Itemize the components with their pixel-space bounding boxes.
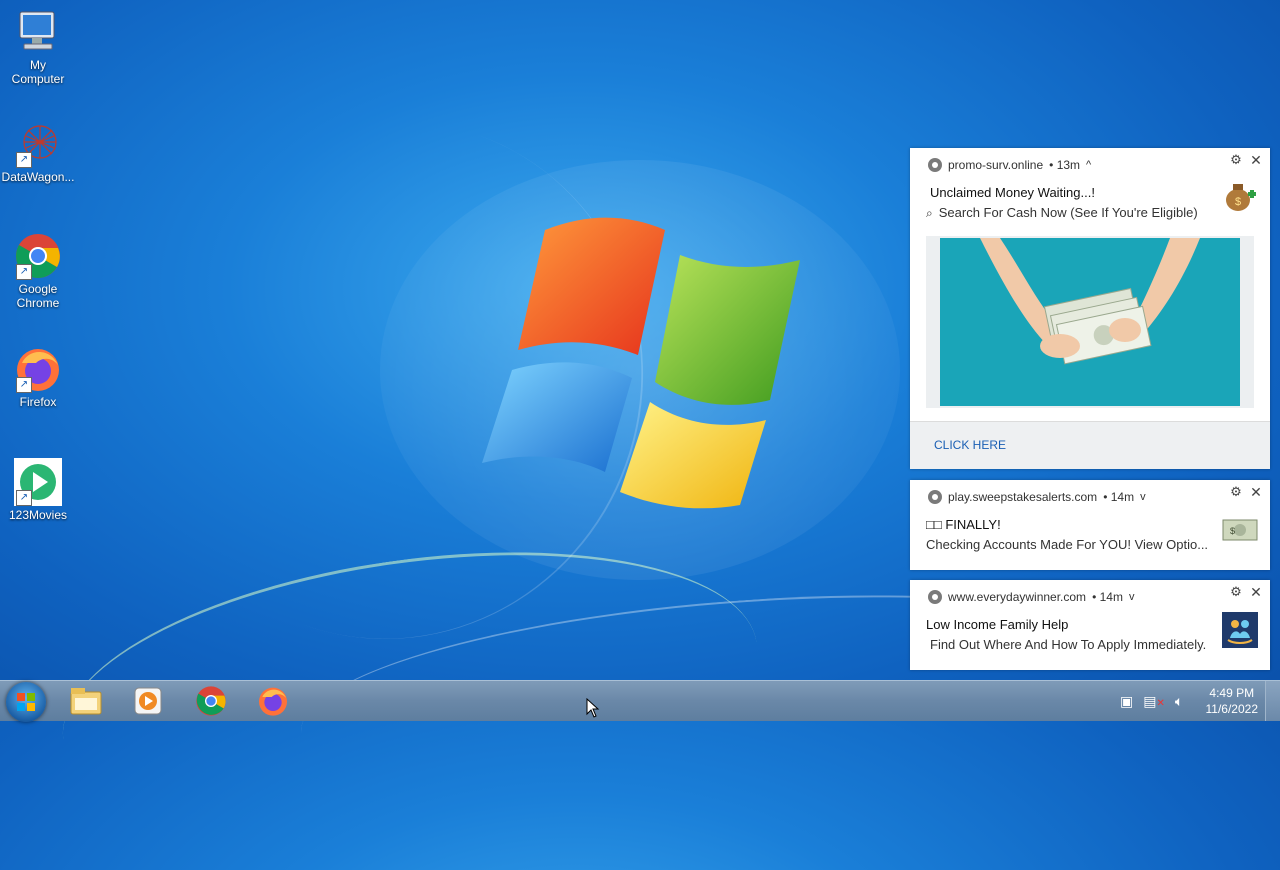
firefox-icon: ↗ (14, 345, 62, 393)
computer-icon (14, 8, 62, 56)
settings-gear-icon[interactable]: ⚙ (1228, 484, 1244, 500)
notification-age: • 14m (1092, 590, 1123, 604)
chrome-icon: ↗ (14, 232, 62, 280)
notification-body: Find Out Where And How To Apply Immediat… (930, 637, 1207, 652)
datawagon-icon: ↗ (14, 120, 62, 168)
desktop-icon-datawagon[interactable]: ↗ DataWagon... (0, 120, 76, 184)
desktop-icon-my-computer[interactable]: My Computer (0, 8, 76, 86)
close-icon[interactable]: ✕ (1248, 584, 1264, 601)
settings-gear-icon[interactable]: ⚙ (1228, 584, 1244, 600)
clock-time: 4:49 PM (1209, 686, 1255, 700)
desktop-icon-123movies[interactable]: ↗ 123Movies (0, 458, 76, 522)
mouse-cursor-icon (586, 698, 600, 718)
firefox-icon (259, 687, 287, 716)
chrome-icon (196, 686, 226, 716)
show-desktop-button[interactable] (1265, 681, 1280, 721)
dollar-bill-icon: $ (1222, 512, 1258, 548)
notification-promo-surv[interactable]: promo-surv.online • 13m ^ ⚙ ✕ Unclaimed … (910, 148, 1270, 469)
desktop-icon-label: 123Movies (8, 508, 68, 522)
notification-action-bar: CLICK HERE (910, 422, 1270, 469)
shortcut-arrow-icon: ↗ (16, 490, 32, 506)
settings-gear-icon[interactable]: ⚙ (1228, 152, 1244, 168)
close-icon[interactable]: ✕ (1248, 484, 1264, 501)
desktop-icon-firefox[interactable]: ↗ Firefox (0, 345, 76, 409)
volume-icon[interactable]: 🔈︎ (1175, 693, 1183, 710)
chrome-icon (928, 590, 942, 604)
notification-title: Low Income Family Help (926, 617, 1069, 632)
notification-title: Unclaimed Money Waiting...! (930, 185, 1095, 200)
svg-text:$: $ (1235, 196, 1241, 208)
chrome-icon (928, 490, 942, 504)
shortcut-arrow-icon: ↗ (16, 264, 32, 280)
taskbar-explorer-button[interactable] (58, 683, 114, 719)
clock[interactable]: 4:49 PM 11/6/2022 (1206, 685, 1259, 717)
click-here-button[interactable]: CLICK HERE (934, 438, 1006, 452)
windows-flag-icon (17, 693, 35, 711)
desktop-icon-label: My Computer (11, 58, 65, 86)
hands-holding-cash-image (940, 238, 1240, 406)
notification-body: Checking Accounts Made For YOU! View Opt… (926, 537, 1209, 552)
notification-site: play.sweepstakesalerts.com (948, 490, 1098, 504)
chevron-down-icon[interactable]: v (1129, 591, 1135, 603)
clock-date: 11/6/2022 (1205, 702, 1259, 716)
windows-logo (482, 217, 800, 509)
taskbar-firefox-button[interactable] (245, 683, 301, 719)
notification-header: play.sweepstakesalerts.com • 14m v (928, 490, 1146, 504)
taskbar: ▣ ▤✕ 🔈︎ 4:49 PM 11/6/2022 (0, 680, 1280, 722)
notification-image-frame (926, 236, 1254, 408)
notification-title: □□ FINALLY! (926, 517, 1001, 532)
explorer-icon (70, 688, 102, 715)
notification-body: ⌕ Search For Cash Now (See If You're Elig… (926, 205, 1198, 220)
desktop-icon-label: DataWagon... (1, 170, 75, 184)
notification-age: • 14m (1103, 490, 1135, 504)
desktop-icon-label: Firefox (19, 395, 57, 409)
chevron-up-icon[interactable]: ^ (1086, 159, 1091, 171)
network-disconnected-icon[interactable]: ▤✕ (1143, 693, 1165, 710)
notification-everydaywinner[interactable]: www.everydaywinner.com • 14m v ⚙ ✕ Low I… (910, 580, 1270, 670)
media-player-icon (134, 687, 162, 715)
notification-header: www.everydaywinner.com • 14m v (928, 590, 1134, 604)
svg-text:$: $ (1230, 526, 1235, 536)
shortcut-arrow-icon: ↗ (16, 377, 32, 393)
taskbar-media-player-button[interactable] (120, 683, 176, 719)
desktop-icon-google-chrome[interactable]: ↗ Google Chrome (0, 232, 76, 310)
notification-sweepstakes[interactable]: play.sweepstakesalerts.com • 14m v ⚙ ✕ □… (910, 480, 1270, 570)
chrome-icon (928, 158, 942, 172)
notification-age: • 13m (1049, 158, 1081, 172)
123movies-icon: ↗ (14, 458, 62, 506)
notification-site: promo-surv.online (948, 158, 1044, 172)
family-icon (1222, 612, 1258, 648)
start-button[interactable] (6, 682, 46, 722)
close-icon[interactable]: ✕ (1248, 152, 1264, 169)
desktop-icon-label: Google Chrome (16, 282, 60, 310)
search-icon: ⌕ (926, 206, 933, 220)
notification-site: www.everydaywinner.com (948, 590, 1087, 604)
taskbar-chrome-button[interactable] (183, 683, 239, 719)
shortcut-arrow-icon: ↗ (16, 152, 32, 168)
system-tray: ▣ ▤✕ 🔈︎ (1120, 681, 1183, 721)
money-bag-icon: $ (1222, 178, 1258, 214)
chevron-down-icon[interactable]: v (1140, 491, 1146, 503)
action-center-icon[interactable]: ▣ (1120, 693, 1133, 710)
notification-header: promo-surv.online • 13m ^ (928, 158, 1091, 172)
